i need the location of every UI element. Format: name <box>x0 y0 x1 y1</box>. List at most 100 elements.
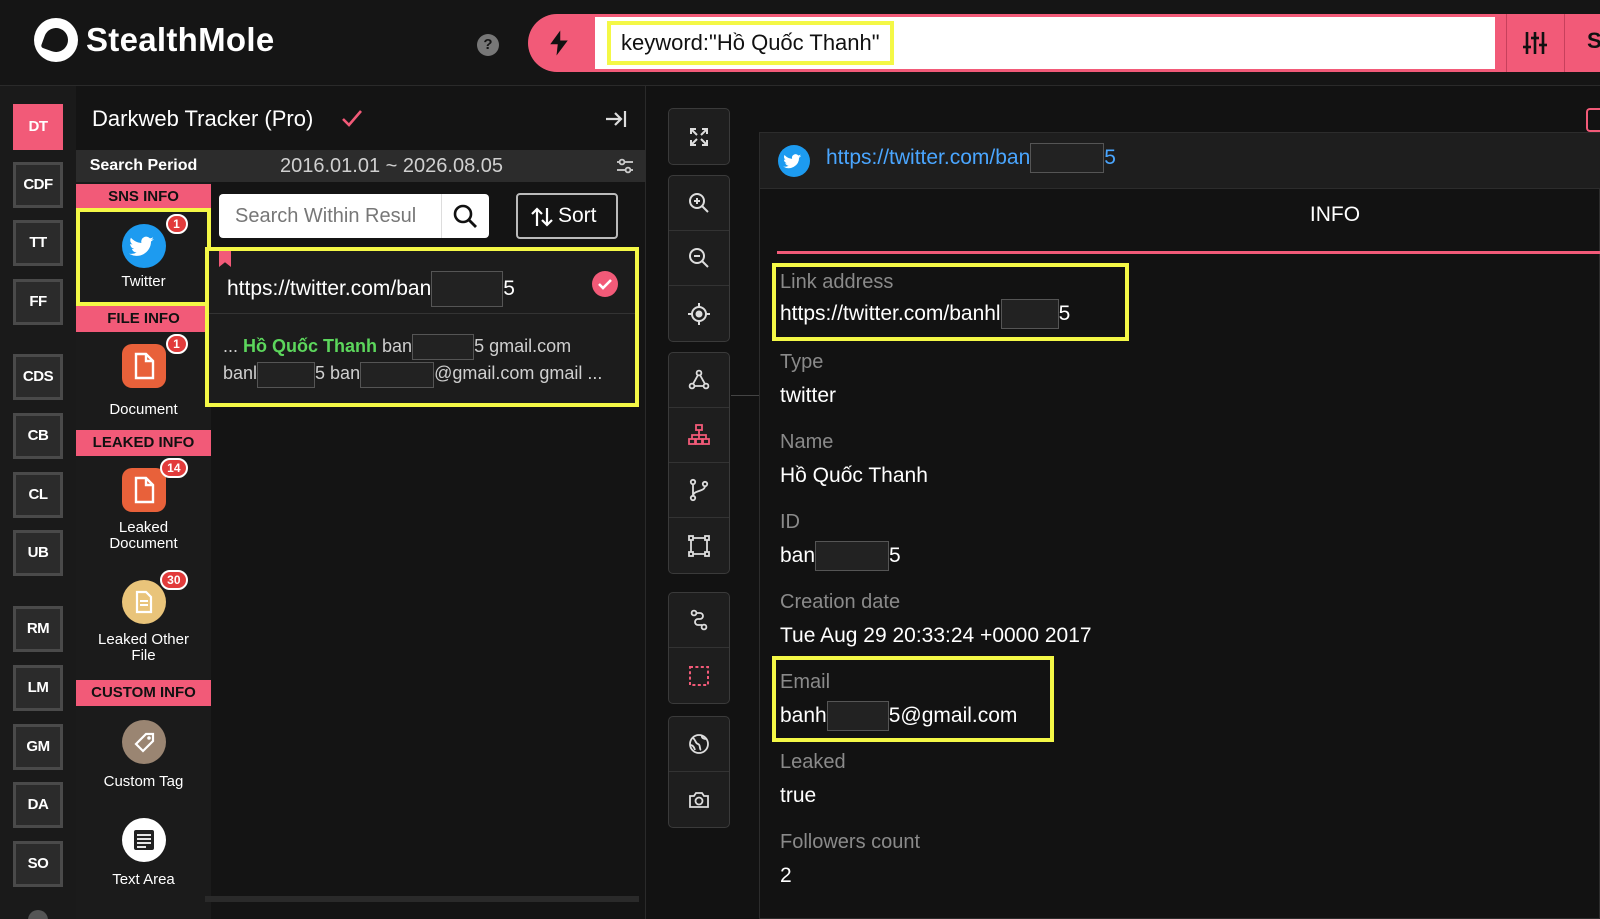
search-within-input[interactable] <box>219 194 441 238</box>
detail-panel: https://twitter.com/ban 5 INFO Link addr… <box>759 132 1600 919</box>
field-value[interactable]: https://twitter.com/banhl 5 <box>780 297 1070 331</box>
leaked-document-icon: 14 <box>121 458 188 512</box>
theme-button[interactable] <box>669 717 729 772</box>
field-label: Followers count <box>780 831 921 853</box>
search-submit-button[interactable]: S <box>1564 14 1600 72</box>
tool-group-zoom <box>668 175 730 342</box>
panel-scrollbar[interactable] <box>205 896 639 902</box>
layout-branch-button[interactable] <box>669 463 729 518</box>
field-label: Type <box>780 351 824 373</box>
category-leaked-document[interactable]: 14 Leaked Document <box>76 458 211 556</box>
rail-item-cds[interactable]: CDS <box>13 354 63 400</box>
snippet-text: @gmail.com gmail ... <box>434 363 603 384</box>
brand-logo[interactable]: StealthMole <box>34 18 275 62</box>
rail-item-da[interactable]: DA <box>13 782 63 828</box>
text-area-icon <box>121 818 166 862</box>
id-suffix: 5 <box>889 544 901 567</box>
search-within-button[interactable] <box>441 194 489 238</box>
field-leaked: Leaked true <box>780 749 846 813</box>
field-label: Link address <box>780 271 894 293</box>
collapse-panel-icon[interactable] <box>604 108 628 130</box>
center-button[interactable] <box>669 286 729 341</box>
search-within-field <box>219 194 441 238</box>
detail-url-link[interactable]: https://twitter.com/ban 5 <box>826 143 1116 173</box>
document-count-badge: 1 <box>165 334 188 354</box>
rail-item-ub[interactable]: UB <box>13 530 63 576</box>
settings-icon[interactable] <box>28 910 48 919</box>
snippet-text: 5 ban <box>315 363 361 384</box>
snippet-text: 5 gmail.com <box>474 336 572 356</box>
sort-button[interactable]: Sort <box>516 193 618 239</box>
snippet-match: Hồ Quốc Thanh <box>243 336 378 356</box>
selected-check-icon[interactable] <box>592 271 618 297</box>
toolbar-connector-line <box>731 395 759 396</box>
category-twitter[interactable]: 1 Twitter <box>76 208 211 306</box>
snippet-text: banl <box>223 363 258 384</box>
search-input[interactable]: keyword:"Hồ Quốc Thanh" <box>595 17 1495 69</box>
rail-item-lm[interactable]: LM <box>13 665 63 711</box>
redaction-box <box>1030 143 1105 173</box>
brand-name: StealthMole <box>86 21 275 58</box>
field-id: ID ban 5 <box>780 509 901 573</box>
select-area-button[interactable] <box>669 648 729 703</box>
expand-icon <box>690 127 708 146</box>
fullscreen-button[interactable] <box>669 109 729 164</box>
hierarchy-icon <box>688 424 710 445</box>
field-value: Tue Aug 29 20:33:24 +0000 2017 <box>780 624 1092 647</box>
top-header: StealthMole ? keyword:"Hồ Quốc Thanh" S <box>0 0 1600 86</box>
help-icon[interactable]: ? <box>477 34 499 56</box>
tab-info[interactable]: INFO <box>760 203 1600 227</box>
field-value[interactable]: banh 5@gmail.com <box>780 699 1017 733</box>
module-rail: DT CDF TT FF CDS CB CL UB RM LM GM DA SO <box>0 86 76 919</box>
detail-url-text: https://twitter.com/ban <box>826 146 1031 169</box>
zoom-out-button[interactable] <box>669 231 729 286</box>
result-card[interactable]: https://twitter.com/ban 5 ... Hồ Quốc Th… <box>205 247 639 407</box>
sort-label: Sort <box>558 204 597 227</box>
layout-hierarchy-button[interactable] <box>669 408 729 463</box>
side-tab-handle[interactable] <box>1586 108 1600 132</box>
category-text-area[interactable]: Text Area <box>76 818 211 898</box>
rail-item-tt[interactable]: TT <box>13 220 63 266</box>
twitter-count-badge: 1 <box>165 214 188 234</box>
search-period-range[interactable]: 2016.01.01 ~ 2026.08.05 <box>211 150 646 182</box>
path-button[interactable] <box>669 593 729 648</box>
category-custom-tag[interactable]: Custom Tag <box>76 720 211 800</box>
camera-icon <box>689 791 709 808</box>
field-label: Creation date <box>780 591 901 613</box>
rail-item-so[interactable]: SO <box>13 841 63 887</box>
rail-item-gm[interactable]: GM <box>13 724 63 770</box>
snippet-text: ban <box>377 336 413 356</box>
bookmark-icon[interactable] <box>219 251 231 267</box>
rail-item-cb[interactable]: CB <box>13 413 63 459</box>
redaction-box <box>815 541 890 571</box>
rail-item-rm[interactable]: RM <box>13 606 63 652</box>
network-icon <box>688 369 710 390</box>
sort-icon <box>531 207 553 227</box>
rail-item-dt[interactable]: DT <box>13 104 63 150</box>
twitter-icon: 1 <box>121 214 188 268</box>
screenshot-button[interactable] <box>669 772 729 827</box>
category-document[interactable]: 1 Document <box>76 334 211 436</box>
bolt-icon[interactable] <box>544 28 574 58</box>
field-label: Leaked <box>780 751 846 773</box>
zoom-in-button[interactable] <box>669 176 729 231</box>
filter-settings-button[interactable] <box>1506 14 1562 72</box>
redaction-box <box>257 361 316 388</box>
category-leaked-other-file[interactable]: 30 Leaked Other File <box>76 570 211 668</box>
field-label: ID <box>780 511 800 533</box>
crosshair-icon <box>688 302 710 325</box>
branch-icon <box>689 478 709 502</box>
result-url[interactable]: https://twitter.com/ban 5 <box>227 271 515 307</box>
link-address-suffix: 5 <box>1058 302 1071 325</box>
category-header-file: FILE INFO <box>76 306 211 332</box>
rail-item-cl[interactable]: CL <box>13 472 63 518</box>
category-header-custom: CUSTOM INFO <box>76 680 211 706</box>
category-list: SNS INFO 1 Twitter FILE INFO 1 Document <box>76 182 211 919</box>
layout-force-button[interactable] <box>669 353 729 408</box>
rail-item-ff[interactable]: FF <box>13 279 63 325</box>
layout-grid-button[interactable] <box>669 518 729 573</box>
rail-item-cdf[interactable]: CDF <box>13 162 63 208</box>
category-label: Text Area <box>112 871 175 888</box>
check-icon <box>342 110 362 127</box>
period-settings-icon[interactable] <box>616 158 634 174</box>
